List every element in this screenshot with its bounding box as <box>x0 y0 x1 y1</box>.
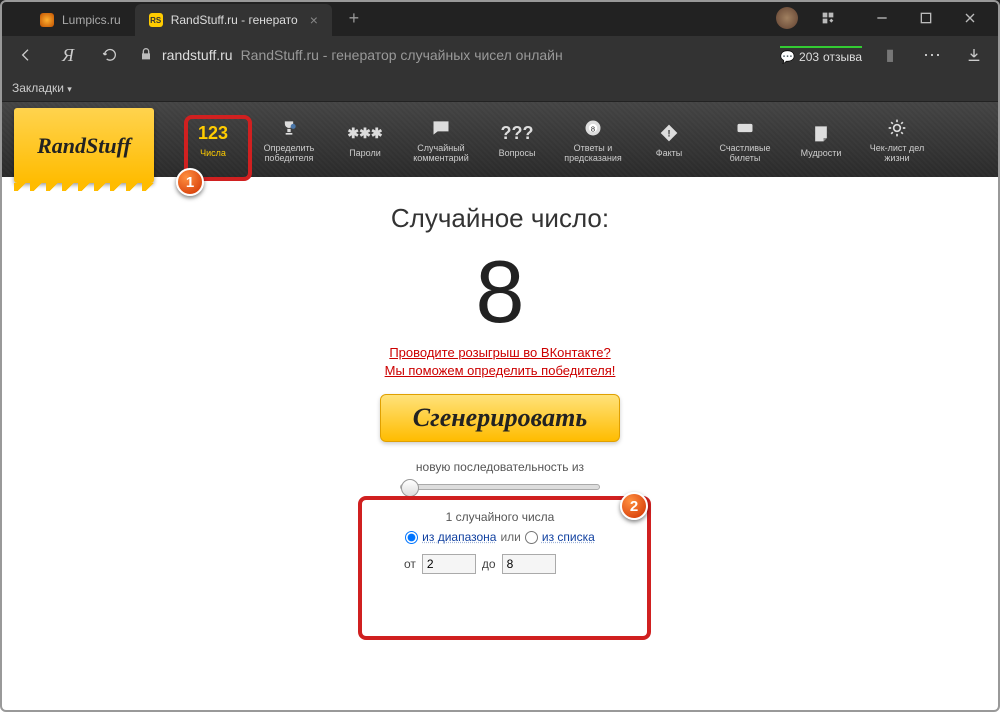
radio-sep: или <box>500 530 520 544</box>
nav-questions[interactable]: ??? Вопросы <box>482 102 552 177</box>
count-slider[interactable] <box>400 480 600 494</box>
browser-address-bar: Я randstuff.ru RandStuff.ru - генератор … <box>0 36 1000 74</box>
tab-favicon-icon <box>40 13 54 27</box>
close-icon[interactable]: × <box>310 12 318 28</box>
bookmark-icon[interactable]: ▮ <box>876 41 904 69</box>
page-viewport: RandStuff 123 Числа Определить победител… <box>0 102 1000 712</box>
bookmarks-bar: Закладки ▾ <box>0 74 1000 102</box>
lock-icon <box>138 46 154 65</box>
asterisk-icon: ✱✱✱ <box>347 125 382 142</box>
info-icon: ! <box>659 123 679 143</box>
nav-label: Числа <box>200 149 226 159</box>
address-field[interactable]: randstuff.ru RandStuff.ru - генератор сл… <box>138 41 766 69</box>
nav-label: Определить победителя <box>250 144 328 164</box>
to-input[interactable] <box>502 554 556 574</box>
tab-label: RandStuff.ru - генерато <box>171 13 298 27</box>
window-close-button[interactable] <box>948 2 992 34</box>
nav-label: Ответы и предсказания <box>554 144 632 164</box>
nav-label: Счастливые билеты <box>706 144 784 164</box>
numbers-icon: 123 <box>198 123 228 144</box>
nav-facts[interactable]: ! Факты <box>634 102 704 177</box>
radio-list-label[interactable]: из списка <box>542 530 595 544</box>
more-button[interactable]: ⋯ <box>918 41 946 69</box>
nav-label: Мудрости <box>801 149 842 159</box>
browser-title-bar: Lumpics.ru RS RandStuff.ru - генерато × … <box>0 0 1000 36</box>
promo-line1: Проводите розыгрыш во ВКонтакте? <box>389 345 610 360</box>
nav-passwords[interactable]: ✱✱✱ Пароли <box>330 102 400 177</box>
nav-checklist[interactable]: Чек-лист дел жизни <box>856 102 938 177</box>
chevron-down-icon: ▾ <box>67 84 72 94</box>
nav-tickets[interactable]: Счастливые билеты <box>704 102 786 177</box>
promo-line2: Мы поможем определить победителя! <box>385 363 616 378</box>
logo-text: RandStuff <box>37 133 131 159</box>
nav-comment[interactable]: Случайный комментарий <box>400 102 482 177</box>
profile-avatar[interactable] <box>776 7 798 29</box>
radio-range[interactable] <box>405 531 418 544</box>
nav-winner[interactable]: Определить победителя <box>248 102 330 177</box>
radio-list[interactable] <box>525 531 538 544</box>
nav-numbers[interactable]: 123 Числа <box>178 102 248 177</box>
eightball-icon: 8 <box>583 118 603 138</box>
bookmarks-label-text: Закладки <box>12 81 64 95</box>
url-title: RandStuff.ru - генератор случайных чисел… <box>241 47 563 63</box>
annotation-marker-1: 1 <box>176 168 204 196</box>
gear-icon <box>887 118 907 138</box>
site-nav: RandStuff 123 Числа Определить победител… <box>0 102 1000 177</box>
tab-label: Lumpics.ru <box>62 13 121 27</box>
main-content: Случайное число: 8 Проводите розыгрыш во… <box>0 177 1000 584</box>
svg-text:8: 8 <box>591 124 595 133</box>
new-tab-button[interactable]: + <box>340 4 368 32</box>
yandex-home-button[interactable]: Я <box>54 41 82 69</box>
note-icon <box>811 123 831 143</box>
to-label: до <box>482 557 496 571</box>
tab-randstuff[interactable]: RS RandStuff.ru - генерато × <box>135 4 332 36</box>
trophy-icon <box>279 118 299 138</box>
question-icon: ??? <box>501 123 534 144</box>
nav-label: Вопросы <box>499 149 536 159</box>
back-button[interactable] <box>12 41 40 69</box>
hub-icon[interactable] <box>806 2 850 34</box>
site-logo[interactable]: RandStuff <box>14 108 154 183</box>
tab-favicon-icon: RS <box>149 13 163 27</box>
tab-lumpics[interactable]: Lumpics.ru <box>26 4 135 36</box>
comment-icon: 💬 <box>780 50 795 64</box>
svg-text:!: ! <box>667 128 670 138</box>
ticket-icon <box>735 118 755 138</box>
nav-label: Факты <box>656 149 682 159</box>
controls-panel: новую последовательность из 1 случайного… <box>370 460 630 584</box>
sequence-label: новую последовательность из <box>370 460 630 474</box>
result-number: 8 <box>476 248 525 336</box>
reload-button[interactable] <box>96 41 124 69</box>
nav-label: Чек-лист дел жизни <box>858 144 936 164</box>
from-label: от <box>404 557 416 571</box>
window-maximize-button[interactable] <box>904 2 948 34</box>
reviews-word: отзыва <box>823 50 862 64</box>
count-label: 1 случайного числа <box>370 510 630 524</box>
comment-icon <box>431 118 451 138</box>
from-input[interactable] <box>422 554 476 574</box>
bookmarks-menu[interactable]: Закладки ▾ <box>12 81 72 95</box>
annotation-marker-2: 2 <box>620 492 648 520</box>
radio-range-label[interactable]: из диапазона <box>422 530 496 544</box>
nav-wisdom[interactable]: Мудрости <box>786 102 856 177</box>
promo-link[interactable]: Проводите розыгрыш во ВКонтакте? Мы помо… <box>385 344 616 380</box>
url-domain: randstuff.ru <box>162 47 233 63</box>
downloads-button[interactable] <box>960 41 988 69</box>
nav-answers[interactable]: 8 Ответы и предсказания <box>552 102 634 177</box>
nav-label: Пароли <box>349 149 381 159</box>
reviews-count: 203 <box>799 50 819 64</box>
window-minimize-button[interactable] <box>860 2 904 34</box>
reviews-badge[interactable]: 💬 203 отзыва <box>780 46 862 64</box>
page-title: Случайное число: <box>391 203 609 234</box>
generate-button[interactable]: Сгенерировать <box>380 394 620 442</box>
nav-label: Случайный комментарий <box>402 144 480 164</box>
